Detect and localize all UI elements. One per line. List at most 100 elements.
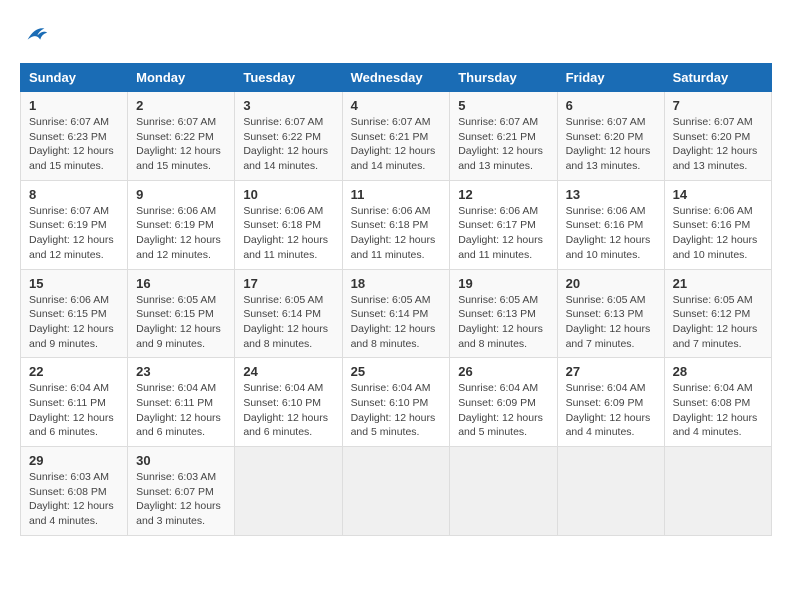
logo-bird-icon — [22, 20, 50, 48]
table-row: 18 Sunrise: 6:05 AM Sunset: 6:14 PM Dayl… — [342, 269, 450, 358]
day-number: 24 — [243, 364, 333, 379]
day-number: 2 — [136, 98, 226, 113]
calendar-week-row: 8 Sunrise: 6:07 AM Sunset: 6:19 PM Dayli… — [21, 180, 772, 269]
table-row — [664, 447, 771, 536]
day-info: Sunrise: 6:05 AM Sunset: 6:14 PM Dayligh… — [243, 293, 333, 352]
day-info: Sunrise: 6:06 AM Sunset: 6:18 PM Dayligh… — [243, 204, 333, 263]
day-info: Sunrise: 6:04 AM Sunset: 6:11 PM Dayligh… — [29, 381, 119, 440]
day-number: 21 — [673, 276, 763, 291]
day-info: Sunrise: 6:04 AM Sunset: 6:10 PM Dayligh… — [351, 381, 442, 440]
table-row: 3 Sunrise: 6:07 AM Sunset: 6:22 PM Dayli… — [235, 92, 342, 181]
day-info: Sunrise: 6:07 AM Sunset: 6:21 PM Dayligh… — [351, 115, 442, 174]
table-row: 29 Sunrise: 6:03 AM Sunset: 6:08 PM Dayl… — [21, 447, 128, 536]
table-row: 22 Sunrise: 6:04 AM Sunset: 6:11 PM Dayl… — [21, 358, 128, 447]
day-number: 16 — [136, 276, 226, 291]
table-row: 4 Sunrise: 6:07 AM Sunset: 6:21 PM Dayli… — [342, 92, 450, 181]
day-info: Sunrise: 6:06 AM Sunset: 6:17 PM Dayligh… — [458, 204, 548, 263]
day-info: Sunrise: 6:04 AM Sunset: 6:10 PM Dayligh… — [243, 381, 333, 440]
table-row: 19 Sunrise: 6:05 AM Sunset: 6:13 PM Dayl… — [450, 269, 557, 358]
table-row — [342, 447, 450, 536]
day-number: 19 — [458, 276, 548, 291]
col-wednesday: Wednesday — [342, 64, 450, 92]
day-info: Sunrise: 6:04 AM Sunset: 6:09 PM Dayligh… — [458, 381, 548, 440]
day-number: 17 — [243, 276, 333, 291]
table-row: 21 Sunrise: 6:05 AM Sunset: 6:12 PM Dayl… — [664, 269, 771, 358]
day-number: 6 — [566, 98, 656, 113]
day-number: 5 — [458, 98, 548, 113]
table-row: 23 Sunrise: 6:04 AM Sunset: 6:11 PM Dayl… — [128, 358, 235, 447]
day-info: Sunrise: 6:04 AM Sunset: 6:11 PM Dayligh… — [136, 381, 226, 440]
day-info: Sunrise: 6:04 AM Sunset: 6:09 PM Dayligh… — [566, 381, 656, 440]
day-number: 4 — [351, 98, 442, 113]
calendar-table: Sunday Monday Tuesday Wednesday Thursday… — [20, 63, 772, 536]
col-tuesday: Tuesday — [235, 64, 342, 92]
table-row: 13 Sunrise: 6:06 AM Sunset: 6:16 PM Dayl… — [557, 180, 664, 269]
day-number: 7 — [673, 98, 763, 113]
day-info: Sunrise: 6:03 AM Sunset: 6:08 PM Dayligh… — [29, 470, 119, 529]
day-info: Sunrise: 6:06 AM Sunset: 6:18 PM Dayligh… — [351, 204, 442, 263]
table-row — [450, 447, 557, 536]
day-number: 28 — [673, 364, 763, 379]
table-row: 20 Sunrise: 6:05 AM Sunset: 6:13 PM Dayl… — [557, 269, 664, 358]
table-row: 10 Sunrise: 6:06 AM Sunset: 6:18 PM Dayl… — [235, 180, 342, 269]
day-number: 13 — [566, 187, 656, 202]
table-row: 28 Sunrise: 6:04 AM Sunset: 6:08 PM Dayl… — [664, 358, 771, 447]
day-info: Sunrise: 6:07 AM Sunset: 6:23 PM Dayligh… — [29, 115, 119, 174]
day-number: 20 — [566, 276, 656, 291]
table-row: 30 Sunrise: 6:03 AM Sunset: 6:07 PM Dayl… — [128, 447, 235, 536]
day-info: Sunrise: 6:04 AM Sunset: 6:08 PM Dayligh… — [673, 381, 763, 440]
table-row: 15 Sunrise: 6:06 AM Sunset: 6:15 PM Dayl… — [21, 269, 128, 358]
day-number: 15 — [29, 276, 119, 291]
table-row: 6 Sunrise: 6:07 AM Sunset: 6:20 PM Dayli… — [557, 92, 664, 181]
day-number: 25 — [351, 364, 442, 379]
day-number: 26 — [458, 364, 548, 379]
day-number: 29 — [29, 453, 119, 468]
day-number: 22 — [29, 364, 119, 379]
day-info: Sunrise: 6:07 AM Sunset: 6:20 PM Dayligh… — [673, 115, 763, 174]
day-info: Sunrise: 6:07 AM Sunset: 6:22 PM Dayligh… — [136, 115, 226, 174]
day-number: 1 — [29, 98, 119, 113]
table-row: 16 Sunrise: 6:05 AM Sunset: 6:15 PM Dayl… — [128, 269, 235, 358]
calendar-week-row: 15 Sunrise: 6:06 AM Sunset: 6:15 PM Dayl… — [21, 269, 772, 358]
day-number: 18 — [351, 276, 442, 291]
day-info: Sunrise: 6:06 AM Sunset: 6:16 PM Dayligh… — [566, 204, 656, 263]
table-row: 11 Sunrise: 6:06 AM Sunset: 6:18 PM Dayl… — [342, 180, 450, 269]
day-number: 3 — [243, 98, 333, 113]
day-info: Sunrise: 6:06 AM Sunset: 6:19 PM Dayligh… — [136, 204, 226, 263]
calendar-week-row: 22 Sunrise: 6:04 AM Sunset: 6:11 PM Dayl… — [21, 358, 772, 447]
table-row: 14 Sunrise: 6:06 AM Sunset: 6:16 PM Dayl… — [664, 180, 771, 269]
day-number: 30 — [136, 453, 226, 468]
table-row: 8 Sunrise: 6:07 AM Sunset: 6:19 PM Dayli… — [21, 180, 128, 269]
col-monday: Monday — [128, 64, 235, 92]
col-thursday: Thursday — [450, 64, 557, 92]
table-row: 17 Sunrise: 6:05 AM Sunset: 6:14 PM Dayl… — [235, 269, 342, 358]
day-info: Sunrise: 6:07 AM Sunset: 6:20 PM Dayligh… — [566, 115, 656, 174]
calendar-week-row: 29 Sunrise: 6:03 AM Sunset: 6:08 PM Dayl… — [21, 447, 772, 536]
page-header — [20, 20, 772, 53]
col-sunday: Sunday — [21, 64, 128, 92]
table-row: 1 Sunrise: 6:07 AM Sunset: 6:23 PM Dayli… — [21, 92, 128, 181]
day-number: 23 — [136, 364, 226, 379]
table-row: 7 Sunrise: 6:07 AM Sunset: 6:20 PM Dayli… — [664, 92, 771, 181]
day-number: 14 — [673, 187, 763, 202]
calendar-header-row: Sunday Monday Tuesday Wednesday Thursday… — [21, 64, 772, 92]
day-number: 9 — [136, 187, 226, 202]
table-row: 26 Sunrise: 6:04 AM Sunset: 6:09 PM Dayl… — [450, 358, 557, 447]
day-info: Sunrise: 6:05 AM Sunset: 6:12 PM Dayligh… — [673, 293, 763, 352]
day-number: 27 — [566, 364, 656, 379]
calendar-week-row: 1 Sunrise: 6:07 AM Sunset: 6:23 PM Dayli… — [21, 92, 772, 181]
table-row — [235, 447, 342, 536]
table-row: 12 Sunrise: 6:06 AM Sunset: 6:17 PM Dayl… — [450, 180, 557, 269]
day-number: 10 — [243, 187, 333, 202]
col-friday: Friday — [557, 64, 664, 92]
table-row: 24 Sunrise: 6:04 AM Sunset: 6:10 PM Dayl… — [235, 358, 342, 447]
table-row: 5 Sunrise: 6:07 AM Sunset: 6:21 PM Dayli… — [450, 92, 557, 181]
day-info: Sunrise: 6:07 AM Sunset: 6:22 PM Dayligh… — [243, 115, 333, 174]
col-saturday: Saturday — [664, 64, 771, 92]
day-info: Sunrise: 6:05 AM Sunset: 6:15 PM Dayligh… — [136, 293, 226, 352]
day-info: Sunrise: 6:05 AM Sunset: 6:13 PM Dayligh… — [458, 293, 548, 352]
logo — [20, 20, 50, 53]
day-info: Sunrise: 6:06 AM Sunset: 6:15 PM Dayligh… — [29, 293, 119, 352]
day-info: Sunrise: 6:07 AM Sunset: 6:19 PM Dayligh… — [29, 204, 119, 263]
table-row: 2 Sunrise: 6:07 AM Sunset: 6:22 PM Dayli… — [128, 92, 235, 181]
